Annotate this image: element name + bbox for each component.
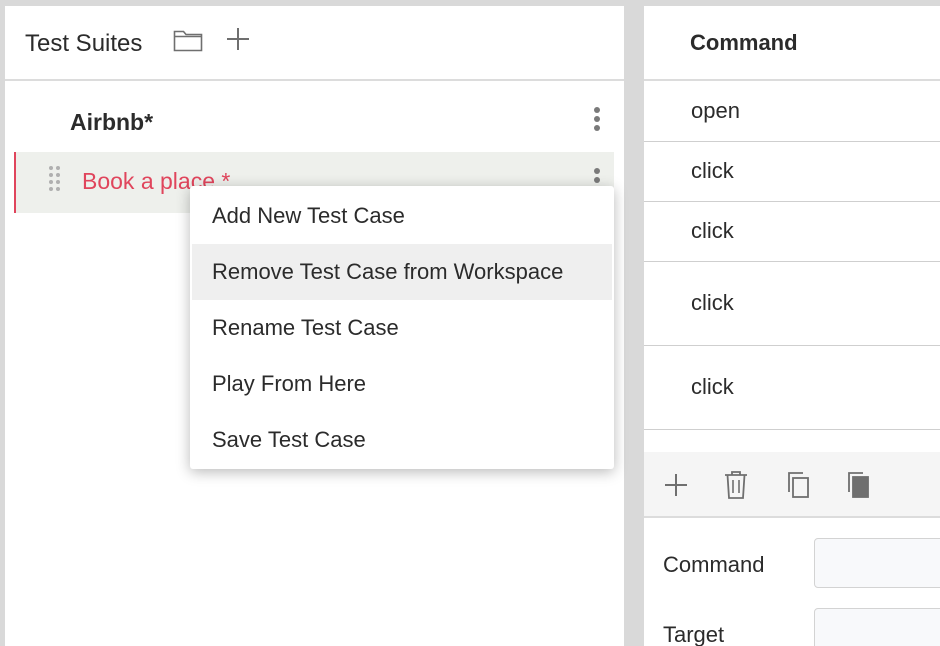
command-field-label: Command: [663, 552, 765, 577]
menu-item-remove-test-case[interactable]: Remove Test Case from Workspace: [192, 244, 612, 300]
target-field-input[interactable]: [814, 608, 940, 646]
paste-icon[interactable]: [843, 469, 873, 501]
command-name: click: [691, 290, 734, 315]
command-row[interactable]: open: [644, 82, 940, 142]
command-column-header: Command: [690, 30, 798, 55]
command-toolbar: [644, 452, 940, 518]
menu-item-save-test-case[interactable]: Save Test Case: [190, 412, 614, 468]
plus-icon[interactable]: [661, 469, 691, 501]
menu-item-play-from-here[interactable]: Play From Here: [190, 356, 614, 412]
folder-icon[interactable]: [173, 28, 203, 52]
command-name: click: [691, 374, 734, 399]
command-field-input[interactable]: [814, 538, 940, 588]
test-suites-title: Test Suites: [25, 30, 143, 57]
trash-icon[interactable]: [721, 469, 751, 501]
drag-handle-icon[interactable]: [49, 166, 63, 198]
command-row[interactable]: click: [644, 142, 940, 202]
test-case-context-menu: Add New Test Case Remove Test Case from …: [190, 186, 614, 469]
menu-item-add-new-test-case[interactable]: Add New Test Case: [190, 188, 614, 244]
suite-name: Airbnb*: [70, 109, 154, 135]
copy-icon[interactable]: [783, 469, 813, 501]
command-name: open: [691, 98, 740, 123]
target-field-label: Target: [663, 622, 725, 646]
command-row[interactable]: click: [644, 262, 940, 346]
menu-item-rename-test-case[interactable]: Rename Test Case: [190, 300, 614, 356]
commands-panel: Command open click click click click Com…: [644, 6, 940, 646]
suite-row-airbnb[interactable]: Airbnb*: [5, 91, 624, 149]
suite-more-icon[interactable]: [593, 107, 601, 135]
command-name: click: [691, 158, 734, 183]
commands-table-header: Command: [644, 6, 940, 81]
test-suites-header: Test Suites: [5, 6, 624, 81]
command-row[interactable]: click: [644, 202, 940, 262]
command-row[interactable]: click: [644, 346, 940, 430]
command-name: click: [691, 218, 734, 243]
plus-icon[interactable]: [225, 26, 251, 52]
